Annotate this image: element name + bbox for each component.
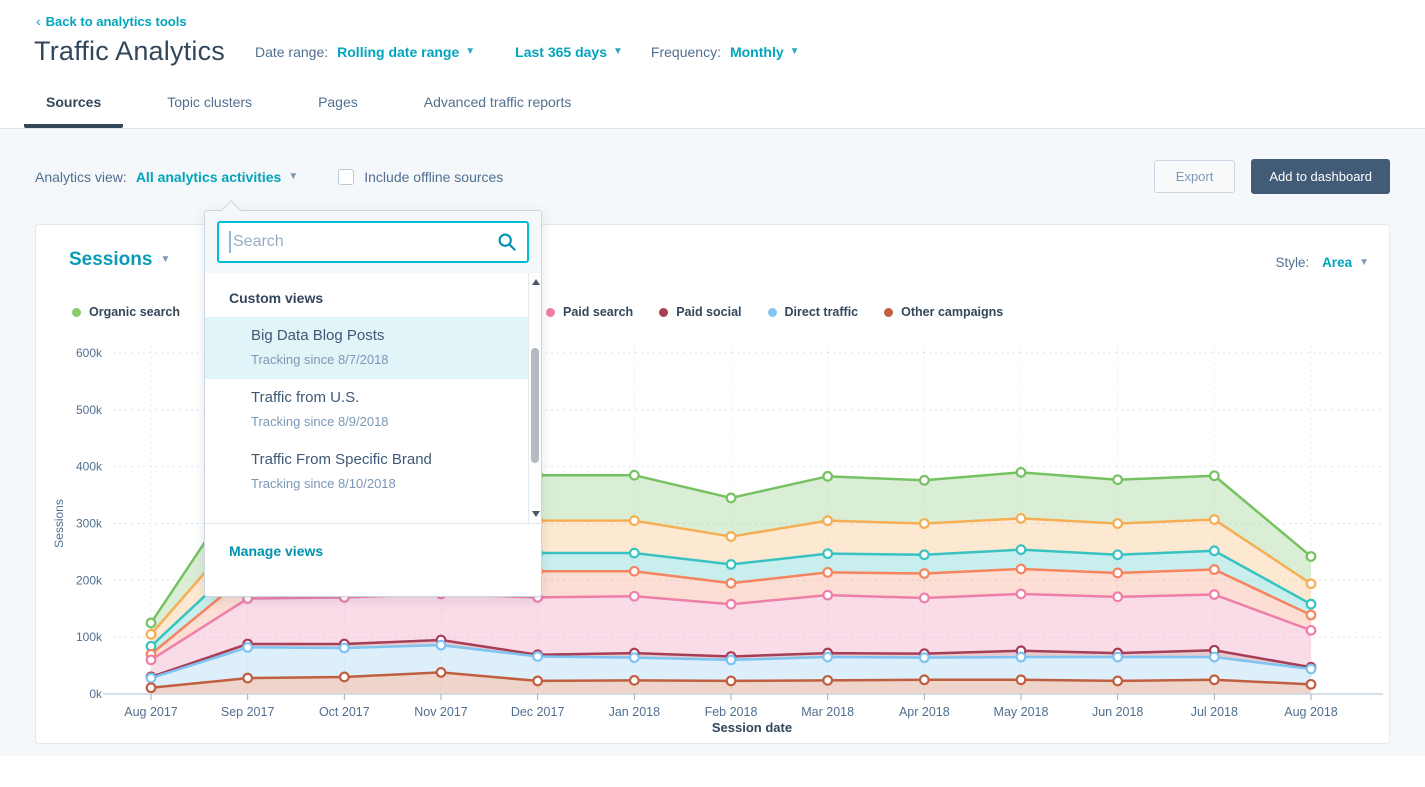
legend-item-organic-search[interactable]: Organic search xyxy=(72,305,180,319)
chevron-down-icon: ▼ xyxy=(790,47,800,57)
chevron-down-icon: ▼ xyxy=(288,172,298,182)
svg-text:Aug 2018: Aug 2018 xyxy=(1284,705,1338,719)
view-option-traffic-from-specific-brand[interactable]: Traffic From Specific Brand Tracking sinc… xyxy=(205,441,541,503)
view-option-subtitle: Tracking since 8/10/2018 xyxy=(251,476,505,491)
legend-dot-icon xyxy=(72,308,81,317)
legend-label: Paid social xyxy=(676,305,741,319)
date-range-label: Date range: xyxy=(255,44,328,60)
legend-item-paid-search[interactable]: Paid search xyxy=(546,305,633,319)
analytics-view-dropdown[interactable]: All analytics activities ▼ xyxy=(136,169,298,185)
back-link-label: Back to analytics tools xyxy=(46,14,187,29)
toolbar: Analytics view: All analytics activities… xyxy=(35,159,1390,194)
popover-footer: Manage views xyxy=(205,523,541,580)
date-range-type-dropdown[interactable]: Rolling date range ▼ xyxy=(337,44,475,60)
legend-group-left: Organic search xyxy=(72,305,180,319)
svg-text:Dec 2017: Dec 2017 xyxy=(511,705,565,719)
svg-text:Session date: Session date xyxy=(712,720,792,735)
tab-topic-clusters[interactable]: Topic clusters xyxy=(145,94,274,128)
chevron-down-icon: ▼ xyxy=(160,255,170,265)
view-option-title: Big Data Blog Posts xyxy=(251,327,505,344)
frequency-label: Frequency: xyxy=(651,44,721,60)
scrollbar-thumb[interactable] xyxy=(531,348,539,463)
legend-label: Organic search xyxy=(89,305,180,319)
sessions-metric-dropdown[interactable]: Sessions ▼ xyxy=(69,249,170,271)
custom-views-items: Big Data Blog Posts Tracking since 8/7/20… xyxy=(205,317,541,503)
include-offline-sources-checkbox[interactable] xyxy=(338,169,354,185)
svg-text:Mar 2018: Mar 2018 xyxy=(801,705,854,719)
content-area: Analytics view: All analytics activities… xyxy=(0,129,1425,756)
tab-advanced-traffic-reports[interactable]: Advanced traffic reports xyxy=(402,94,594,128)
frequency-dropdown[interactable]: Monthly ▼ xyxy=(730,44,800,60)
analytics-view-label: Analytics view: xyxy=(35,169,127,185)
svg-text:100k: 100k xyxy=(76,630,103,644)
view-option-title: Traffic from U.S. xyxy=(251,389,505,406)
chevron-down-icon: ▼ xyxy=(465,47,475,57)
svg-text:Aug 2017: Aug 2017 xyxy=(124,705,178,719)
export-button[interactable]: Export xyxy=(1154,160,1236,193)
svg-text:0k: 0k xyxy=(89,687,103,701)
view-option-title: Traffic From Specific Brand xyxy=(251,451,505,468)
legend-group-right: Paid search Paid social Direct traffic Othe… xyxy=(546,305,1003,319)
svg-text:Oct 2017: Oct 2017 xyxy=(319,705,370,719)
chevron-down-icon: ▼ xyxy=(1359,258,1369,268)
svg-text:500k: 500k xyxy=(76,403,103,417)
view-option-subtitle: Tracking since 8/7/2018 xyxy=(251,352,505,367)
style-dropdown[interactable]: Area ▼ xyxy=(1322,255,1369,270)
svg-text:Apr 2018: Apr 2018 xyxy=(899,705,950,719)
scrollbar[interactable] xyxy=(528,273,541,523)
legend-label: Other campaigns xyxy=(901,305,1003,319)
legend-dot-icon xyxy=(546,308,555,317)
search-input[interactable] xyxy=(217,221,529,263)
scroll-down-arrow-icon[interactable] xyxy=(532,511,540,517)
text-cursor xyxy=(229,231,231,253)
view-option-subtitle: Tracking since 8/9/2018 xyxy=(251,414,505,429)
svg-text:200k: 200k xyxy=(76,573,103,587)
analytics-view-popover: Custom views Big Data Blog Posts Tracking… xyxy=(204,210,542,597)
svg-text:600k: 600k xyxy=(76,346,103,360)
legend-item-other-campaigns[interactable]: Other campaigns xyxy=(884,305,1003,319)
svg-text:Nov 2017: Nov 2017 xyxy=(414,705,468,719)
tab-pages[interactable]: Pages xyxy=(296,94,380,128)
tab-sources[interactable]: Sources xyxy=(24,94,123,128)
legend-label: Direct traffic xyxy=(785,305,859,319)
legend-dot-icon xyxy=(884,308,893,317)
include-offline-sources-label: Include offline sources xyxy=(364,169,503,185)
search-icon xyxy=(497,232,517,252)
tab-bar: Sources Topic clusters Pages Advanced traff… xyxy=(0,94,1425,129)
legend-item-paid-social[interactable]: Paid social xyxy=(659,305,741,319)
page-header: ‹ Back to analytics tools Traffic Analyti… xyxy=(0,0,1425,129)
add-to-dashboard-button[interactable]: Add to dashboard xyxy=(1251,159,1390,194)
svg-text:300k: 300k xyxy=(76,517,103,531)
legend-dot-icon xyxy=(659,308,668,317)
svg-text:Feb 2018: Feb 2018 xyxy=(705,705,758,719)
legend-label: Paid search xyxy=(563,305,633,319)
svg-text:Sessions: Sessions xyxy=(52,499,66,548)
style-label: Style: xyxy=(1276,255,1310,270)
page-title: Traffic Analytics xyxy=(34,36,225,67)
legend-dot-icon xyxy=(768,308,777,317)
svg-text:Sep 2017: Sep 2017 xyxy=(221,705,275,719)
custom-views-group-label: Custom views xyxy=(205,273,541,317)
svg-text:Jan 2018: Jan 2018 xyxy=(609,705,660,719)
custom-views-list: Custom views Big Data Blog Posts Tracking… xyxy=(205,273,541,523)
manage-views-link[interactable]: Manage views xyxy=(229,543,323,559)
chevron-left-icon: ‹ xyxy=(36,13,41,29)
scroll-up-arrow-icon[interactable] xyxy=(532,279,540,285)
svg-text:May 2018: May 2018 xyxy=(994,705,1049,719)
date-range-value-dropdown[interactable]: Last 365 days ▼ xyxy=(515,44,623,60)
legend-item-direct-traffic[interactable]: Direct traffic xyxy=(768,305,859,319)
back-to-analytics-tools-link[interactable]: ‹ Back to analytics tools xyxy=(36,13,187,29)
view-option-big-data-blog-posts[interactable]: Big Data Blog Posts Tracking since 8/7/20… xyxy=(205,317,541,379)
svg-text:Jun 2018: Jun 2018 xyxy=(1092,705,1143,719)
chevron-down-icon: ▼ xyxy=(613,47,623,57)
svg-text:Jul 2018: Jul 2018 xyxy=(1191,705,1238,719)
svg-text:400k: 400k xyxy=(76,460,103,474)
popover-search-header xyxy=(205,211,541,273)
view-option-traffic-from-u-s[interactable]: Traffic from U.S. Tracking since 8/9/2018 xyxy=(205,379,541,441)
